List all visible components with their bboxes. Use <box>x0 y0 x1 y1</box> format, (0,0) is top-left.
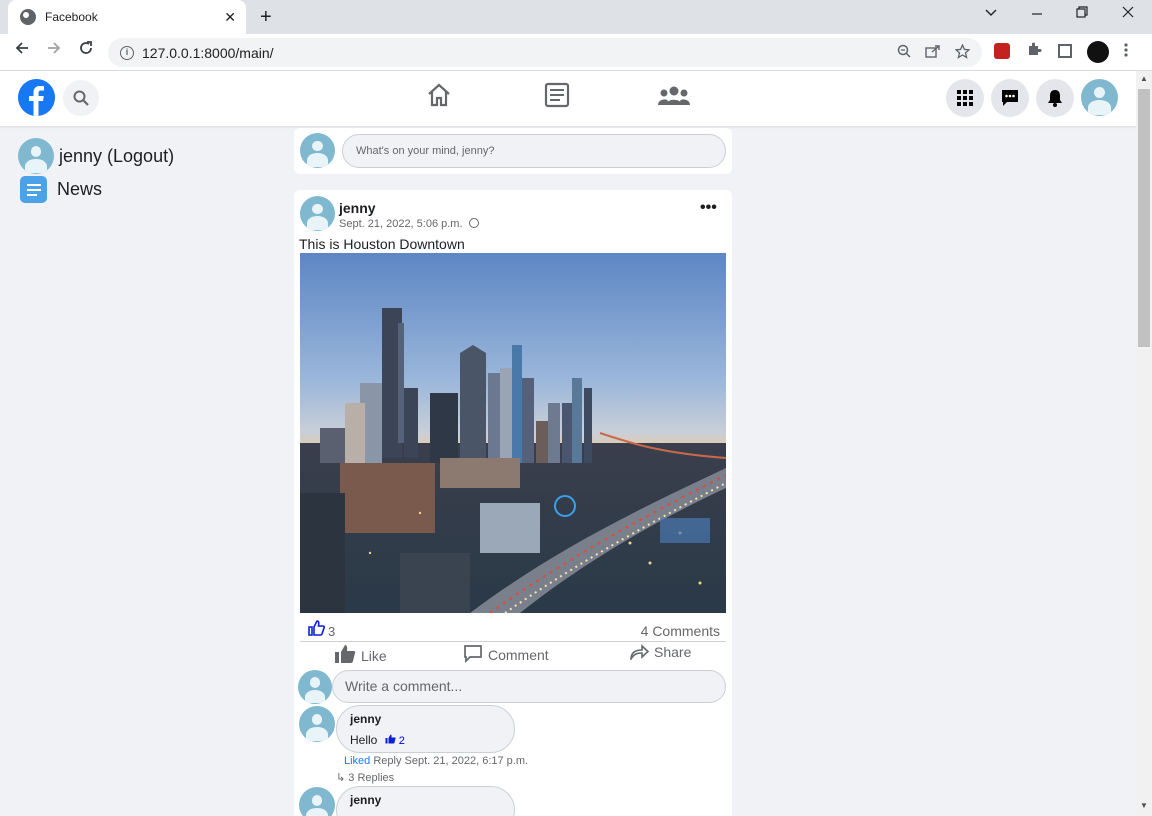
minimize-icon[interactable] <box>1031 4 1043 27</box>
view-replies-link[interactable]: ↳ 3 Replies <box>336 771 394 784</box>
sidebar-item-news[interactable]: News <box>20 176 102 203</box>
browser-menu-icon[interactable] <box>1124 42 1128 63</box>
avatar <box>298 670 332 704</box>
comment-liked-link[interactable]: Liked <box>344 755 370 767</box>
extension-red-icon[interactable] <box>994 43 1010 59</box>
browser-toolbar: i 127.0.0.1:8000/main/ <box>0 34 1152 71</box>
share-button[interactable]: Share <box>629 644 691 660</box>
avatar <box>300 133 335 168</box>
sidebar-profile-label: jenny (Logout) <box>59 145 175 166</box>
home-icon[interactable] <box>426 82 452 113</box>
scroll-up-icon[interactable]: ▲ <box>1140 74 1148 83</box>
search-button[interactable] <box>63 80 99 116</box>
friends-group-icon[interactable] <box>657 85 691 112</box>
bell-icon <box>1048 90 1062 107</box>
post-text: This is Houston Downtown <box>299 236 465 252</box>
globe-favicon-icon <box>20 9 36 25</box>
forward-arrow-icon[interactable] <box>42 40 66 61</box>
comment-date: Sept. 21, 2022, 6:17 p.m. <box>404 755 529 767</box>
sidebar-news-label: News <box>57 179 103 199</box>
browser-tab-strip: Facebook ✕ + <box>0 0 1152 34</box>
comment-author[interactable]: jenny <box>350 793 381 807</box>
composer-input[interactable]: What's on your mind, jenny? <box>342 134 726 168</box>
url-text: 127.0.0.1:8000/main/ <box>142 44 274 61</box>
post-date: Sept. 21, 2022, 5:06 p.m. <box>339 218 479 230</box>
site-header <box>0 71 1136 126</box>
comment-like-badge: 2 <box>385 734 405 747</box>
messenger-button[interactable] <box>991 79 1029 117</box>
comment-bubble: jenny Hello 2 <box>336 705 515 753</box>
thumbs-up-icon <box>335 645 356 663</box>
post-image[interactable] <box>300 253 726 613</box>
reload-icon[interactable] <box>74 40 98 61</box>
comment-text: Hello 2 <box>350 733 405 747</box>
news-icon <box>20 176 47 203</box>
more-options-icon[interactable]: ••• <box>700 199 717 217</box>
side-panel-icon[interactable] <box>1058 44 1072 58</box>
thumbs-up-icon <box>385 734 396 744</box>
sidebar-item-profile[interactable]: jenny (Logout) <box>18 138 174 174</box>
like-thumb-icon <box>308 620 325 641</box>
tab-close-icon[interactable]: ✕ <box>224 9 236 26</box>
news-feed-icon[interactable] <box>544 82 570 113</box>
comment-button[interactable]: Comment <box>463 644 549 663</box>
tab-title: Facebook <box>45 10 98 24</box>
grid-icon <box>957 90 973 106</box>
avatar <box>18 138 54 174</box>
share-arrow-icon <box>630 644 649 660</box>
search-icon <box>73 90 89 106</box>
tab-search-icon[interactable] <box>985 5 997 21</box>
reactions-row: 3 4 Comments <box>306 620 720 640</box>
post-composer: What's on your mind, jenny? <box>294 128 732 174</box>
like-button[interactable]: Like <box>334 644 387 664</box>
menu-grid-button[interactable] <box>946 79 984 117</box>
page-scrollbar[interactable]: ▲ ▼ <box>1136 71 1152 816</box>
site-info-icon[interactable]: i <box>120 45 134 60</box>
facebook-logo-icon[interactable] <box>18 79 55 116</box>
post-author[interactable]: jenny <box>339 200 376 216</box>
close-window-icon[interactable] <box>1122 5 1134 21</box>
avatar <box>300 196 335 231</box>
address-bar[interactable]: i 127.0.0.1:8000/main/ <box>108 38 982 67</box>
comments-count[interactable]: 4 Comments <box>641 623 720 639</box>
comment-bubble-icon <box>464 645 482 663</box>
like-count[interactable]: 3 <box>328 624 335 639</box>
notifications-button[interactable] <box>1036 79 1074 117</box>
zoom-icon[interactable] <box>897 44 911 62</box>
comment-bubble: jenny <box>336 786 515 816</box>
avatar <box>299 706 335 742</box>
comment-input[interactable]: Write a comment... <box>332 670 726 703</box>
comment-reply-link[interactable]: Reply <box>373 755 401 767</box>
chat-icon <box>1002 90 1018 106</box>
browser-profile-avatar[interactable] <box>1087 41 1109 63</box>
city-skyline-image <box>300 253 726 613</box>
comment-meta: Liked Reply Sept. 21, 2022, 6:17 p.m. <box>344 755 528 767</box>
account-avatar[interactable] <box>1081 79 1118 116</box>
comment-author[interactable]: jenny <box>350 712 381 726</box>
restore-icon[interactable] <box>1076 5 1088 21</box>
new-tab-button[interactable]: + <box>260 6 272 29</box>
share-page-icon[interactable] <box>925 44 941 62</box>
scrollbar-thumb[interactable] <box>1138 89 1150 347</box>
post-card: jenny Sept. 21, 2022, 5:06 p.m. ••• This… <box>294 190 732 816</box>
browser-tab[interactable]: Facebook ✕ <box>8 0 246 34</box>
extensions-puzzle-icon[interactable] <box>1026 41 1042 61</box>
avatar <box>299 787 335 816</box>
divider <box>300 641 726 642</box>
scroll-down-icon[interactable]: ▼ <box>1140 801 1148 810</box>
bookmark-star-icon[interactable] <box>954 43 971 62</box>
back-arrow-icon[interactable] <box>10 40 34 61</box>
public-globe-icon <box>468 218 479 228</box>
